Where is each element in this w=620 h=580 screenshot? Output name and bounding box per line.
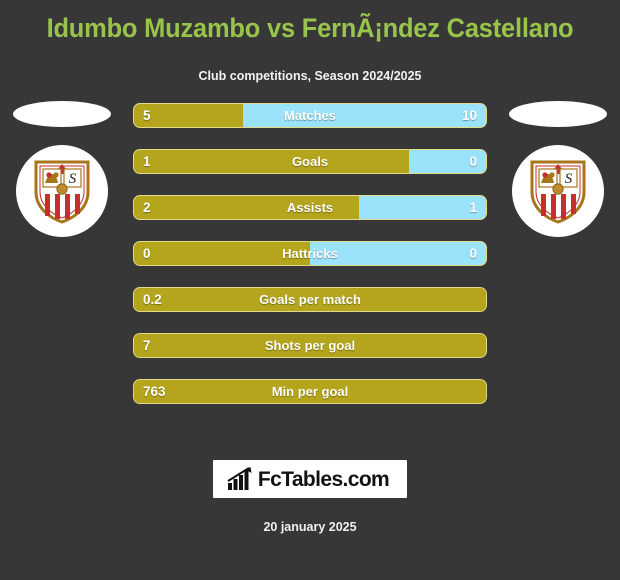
stat-value-right: 0 bbox=[469, 246, 477, 262]
player-left-crest: S bbox=[16, 145, 108, 238]
stat-row: 0 Hattricks 0 bbox=[133, 241, 487, 267]
sevilla-fc-crest-icon: S bbox=[530, 160, 586, 224]
player-right: S bbox=[504, 101, 612, 238]
bar-chart-arrow-icon bbox=[227, 467, 252, 490]
fctables-logo[interactable]: FcTables.com bbox=[212, 460, 408, 498]
stat-row: 1 Goals 0 bbox=[133, 149, 487, 175]
footer: FcTables.com 20 january 2025 bbox=[0, 460, 620, 534]
stat-label: Matches bbox=[283, 108, 337, 124]
svg-text:S: S bbox=[565, 171, 573, 187]
stat-label: Assists bbox=[286, 200, 334, 216]
stat-value-right: 0 bbox=[469, 154, 477, 170]
stat-row: 763 Min per goal bbox=[133, 379, 487, 405]
stat-row: 2 Assists 1 bbox=[133, 195, 487, 221]
header: Idumbo Muzambo vs FernÃ¡ndez Castellano … bbox=[0, 0, 620, 83]
stat-label: Goals per match bbox=[259, 292, 361, 308]
svg-text:S: S bbox=[69, 171, 77, 187]
player-left: S bbox=[8, 101, 116, 238]
fctables-logo-text: FcTables.com bbox=[257, 467, 390, 491]
stat-label: Shots per goal bbox=[264, 338, 356, 354]
page-subtitle: Club competitions, Season 2024/2025 bbox=[198, 69, 422, 84]
stat-value-right: 10 bbox=[461, 108, 477, 124]
stat-label: Hattricks bbox=[282, 246, 338, 262]
player-right-crest: S bbox=[512, 145, 604, 238]
report-date: 20 january 2025 bbox=[263, 520, 357, 534]
page-title: Idumbo Muzambo vs FernÃ¡ndez Castellano bbox=[46, 13, 574, 43]
stat-row: 5 Matches 10 bbox=[133, 103, 487, 129]
player-right-photo bbox=[509, 101, 607, 128]
stat-row: 0.2 Goals per match bbox=[133, 287, 487, 313]
stat-label: Min per goal bbox=[271, 384, 349, 400]
stat-value-right: 1 bbox=[469, 200, 477, 216]
stat-rows: 5 Matches 10 1 Goals 0 2 Assists 1 0 Hattricks 0 0.2… bbox=[133, 103, 487, 425]
sevilla-fc-crest-icon: S bbox=[34, 160, 90, 224]
player-left-photo bbox=[13, 101, 111, 128]
stat-row: 7 Shots per goal bbox=[133, 333, 487, 359]
comparison-area: S S 5 Matches 10 1 Goals 0 2 Assists 1 0… bbox=[0, 101, 620, 405]
stat-label: Goals bbox=[291, 154, 329, 170]
